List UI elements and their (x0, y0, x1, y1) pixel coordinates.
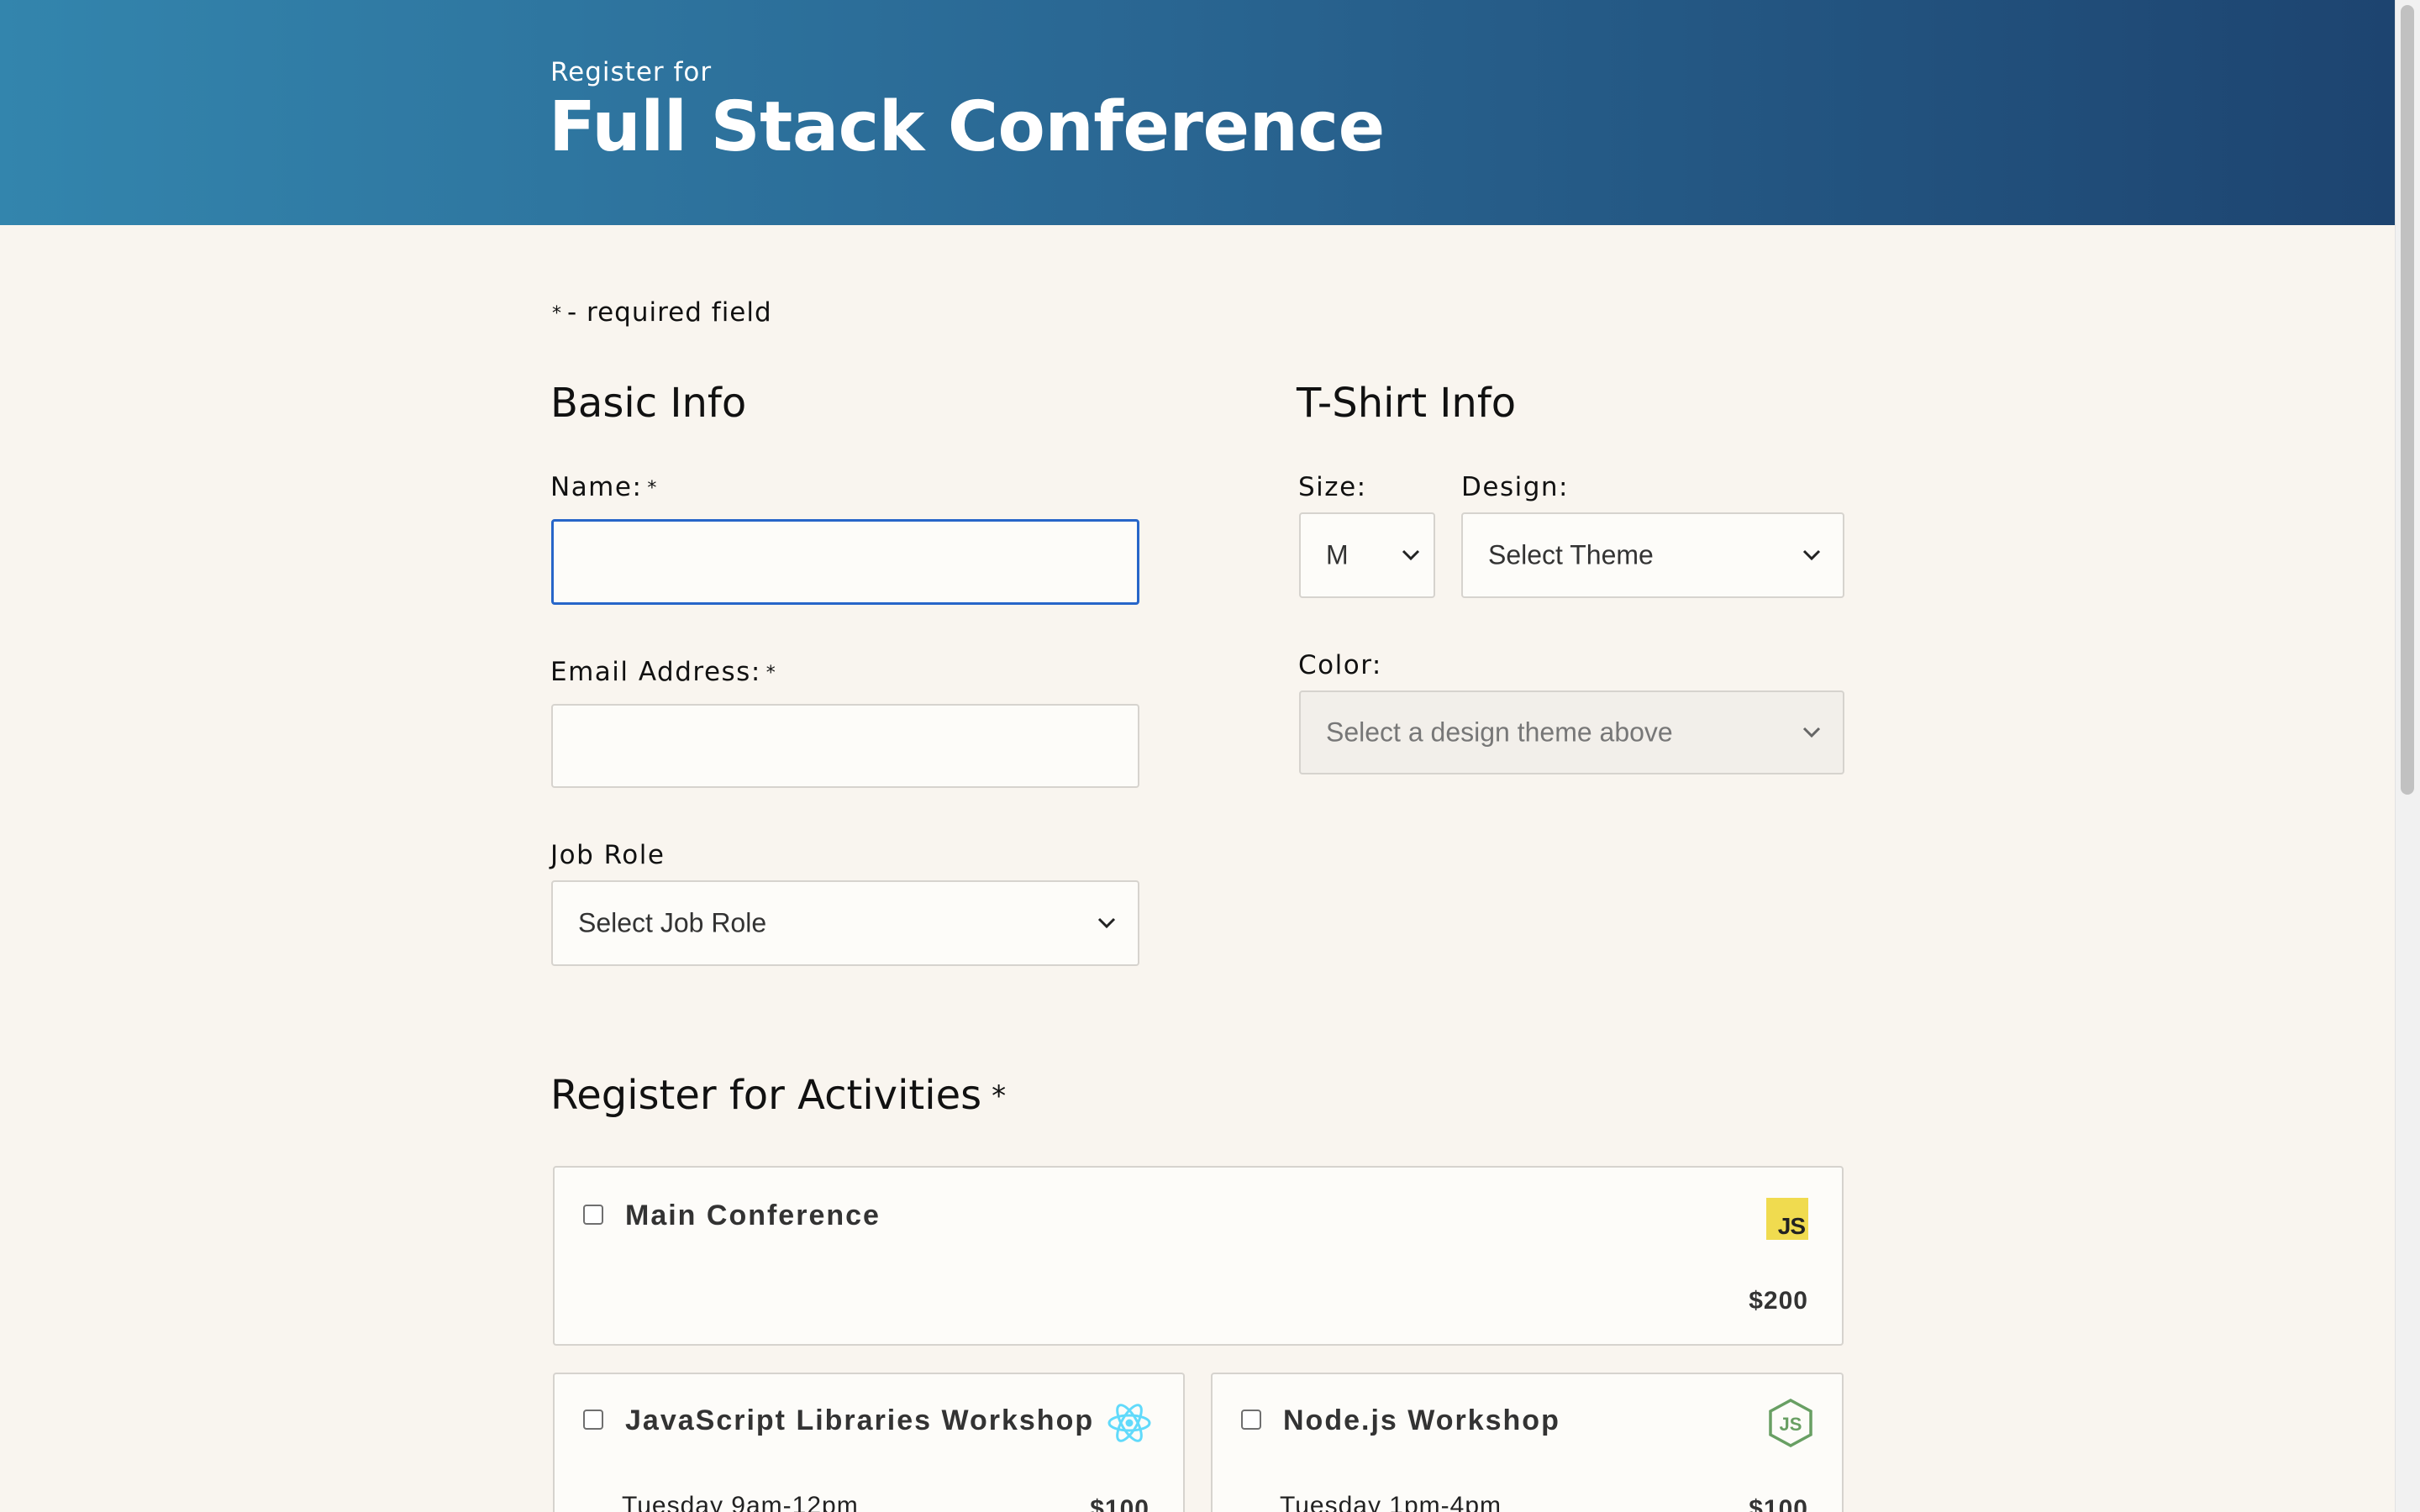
job-role-label: Job Role (550, 840, 666, 870)
required-star: * (765, 663, 777, 684)
required-note-text: - required field (567, 297, 772, 328)
activity-price: $100 (1749, 1495, 1808, 1512)
required-star: * (552, 303, 562, 324)
page-title: Full Stack Conference (549, 87, 1385, 167)
scrollbar-thumb[interactable] (2401, 5, 2414, 795)
size-select[interactable]: M (1299, 512, 1435, 598)
chevron-down-icon (1802, 549, 1821, 561)
size-label: Size: (1298, 472, 1367, 502)
email-label-text: Email Address: (550, 657, 761, 687)
activities-heading-text: Register for Activities (550, 1072, 982, 1119)
activities-heading: Register for Activities * (550, 1072, 1006, 1119)
email-field[interactable] (551, 704, 1139, 788)
basic-info-heading: Basic Info (550, 380, 747, 427)
activity-name: Node.js Workshop (1283, 1404, 1560, 1436)
design-label: Design: (1461, 472, 1569, 502)
chevron-down-icon (1802, 727, 1821, 738)
tshirt-info-heading: T-Shirt Info (1297, 380, 1517, 427)
nodejs-icon: JS (1769, 1399, 1812, 1447)
activity-price: $200 (1749, 1287, 1808, 1315)
email-label: Email Address: * (550, 657, 776, 687)
activity-time: Tuesday 9am-12pm (622, 1492, 859, 1512)
name-label-text: Name: (550, 472, 643, 502)
activity-checkbox[interactable] (583, 1410, 603, 1430)
activity-card-main-conference[interactable]: Main Conference JS $200 (553, 1166, 1844, 1346)
react-icon (1107, 1404, 1151, 1442)
svg-text:JS: JS (1780, 1414, 1802, 1435)
activity-name: JavaScript Libraries Workshop (625, 1404, 1095, 1436)
activity-time: Tuesday 1pm-4pm (1280, 1492, 1502, 1512)
design-value: Select Theme (1488, 539, 1654, 570)
job-role-value: Select Job Role (578, 907, 767, 938)
required-star: * (992, 1079, 1007, 1113)
page-header: Register for Full Stack Conference (0, 0, 2395, 225)
required-field-note: * - required field (552, 297, 772, 328)
chevron-down-icon (1402, 549, 1420, 561)
color-select[interactable]: Select a design theme above (1299, 690, 1844, 774)
design-select[interactable]: Select Theme (1461, 512, 1844, 598)
job-role-select[interactable]: Select Job Role (551, 880, 1139, 966)
js-icon: JS (1766, 1198, 1808, 1240)
chevron-down-icon (1097, 917, 1116, 929)
activity-card-js-libraries[interactable]: JavaScript Libraries Workshop Tuesday 9a… (553, 1373, 1185, 1512)
js-icon-text: JS (1777, 1213, 1806, 1239)
activity-price: $100 (1090, 1495, 1150, 1512)
color-label: Color: (1298, 650, 1382, 680)
name-label: Name: * (550, 472, 658, 502)
activity-name: Main Conference (625, 1200, 881, 1231)
size-value: M (1326, 539, 1349, 570)
name-field[interactable] (551, 519, 1139, 605)
activity-card-nodejs[interactable]: Node.js Workshop JS Tuesday 1pm-4pm $100 (1211, 1373, 1844, 1512)
activity-checkbox[interactable] (1241, 1410, 1261, 1430)
registration-page: Register for Full Stack Conference * - re… (0, 0, 2420, 1512)
color-value: Select a design theme above (1326, 717, 1673, 748)
required-star: * (647, 478, 658, 499)
header-kicker: Register for (550, 57, 713, 87)
activity-checkbox[interactable] (583, 1205, 603, 1225)
